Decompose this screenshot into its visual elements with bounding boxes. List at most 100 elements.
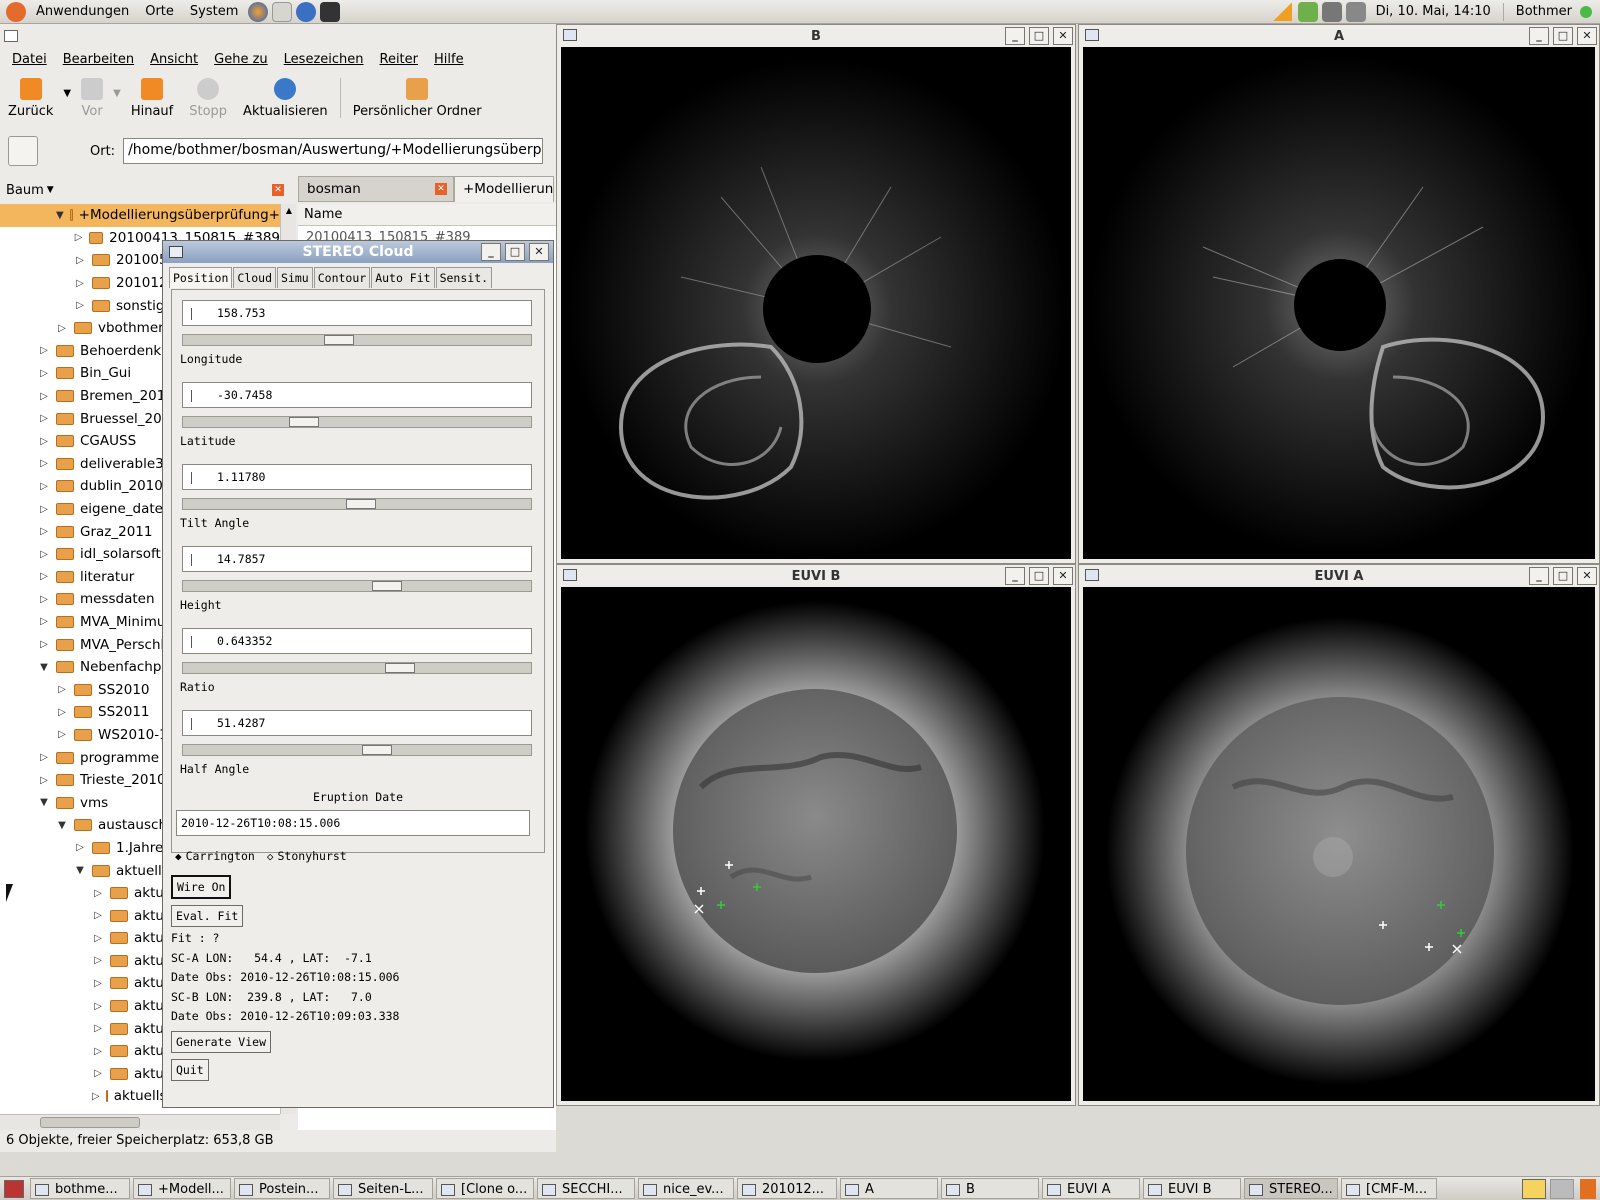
- expand-triangle-icon[interactable]: ▷: [38, 504, 50, 515]
- forward-button[interactable]: Vor: [73, 78, 111, 119]
- dialog-titlebar[interactable]: STEREO Cloud _ □ ✕: [163, 241, 553, 263]
- scroll-thumb[interactable]: [40, 1117, 140, 1128]
- expand-triangle-icon[interactable]: ▷: [74, 278, 86, 289]
- menu-ansicht[interactable]: Ansicht: [142, 52, 206, 67]
- expand-triangle-icon[interactable]: ▷: [92, 1001, 104, 1012]
- value-field-longitude[interactable]: 158.753: [182, 300, 532, 326]
- menu-bearbeiten[interactable]: Bearbeiten: [55, 52, 142, 67]
- sidebar-mode-select[interactable]: Baum: [6, 183, 44, 198]
- show-desktop-icon[interactable]: [4, 1179, 24, 1198]
- expand-triangle-icon[interactable]: ▷: [92, 1068, 104, 1079]
- tab-simu[interactable]: Simu: [277, 267, 313, 288]
- forward-history-dropdown[interactable]: ▼: [111, 78, 123, 99]
- taskbar-button[interactable]: EUVI A: [1042, 1178, 1140, 1199]
- window-menu-icon[interactable]: [1085, 29, 1099, 41]
- help-launcher-icon[interactable]: [296, 1, 317, 22]
- collapse-triangle-icon[interactable]: ▼: [38, 797, 50, 808]
- taskbar-button[interactable]: +Modell...: [133, 1178, 231, 1199]
- tab-bosman[interactable]: bosman ✕: [298, 176, 454, 202]
- ubuntu-logo-icon[interactable]: [6, 1, 26, 22]
- menu-gehe-zu[interactable]: Gehe zu: [206, 52, 276, 67]
- radio-checked-icon[interactable]: ◆: [175, 850, 182, 863]
- expand-triangle-icon[interactable]: ▷: [38, 391, 50, 402]
- expand-triangle-icon[interactable]: ▷: [38, 481, 50, 492]
- maximize-icon[interactable]: □: [1029, 27, 1049, 45]
- expand-triangle-icon[interactable]: ▷: [92, 910, 104, 921]
- quit-button[interactable]: Quit: [171, 1059, 209, 1081]
- expand-triangle-icon[interactable]: ▷: [38, 368, 50, 379]
- taskbar-button[interactable]: [CMF-M...: [1341, 1178, 1437, 1199]
- expand-triangle-icon[interactable]: ▷: [38, 752, 50, 763]
- expand-triangle-icon[interactable]: ▷: [92, 1091, 100, 1102]
- eruption-date-field[interactable]: 2010-12-26T10:08:15.006: [176, 810, 530, 836]
- maximize-icon[interactable]: □: [1029, 567, 1049, 585]
- reload-button[interactable]: Aktualisieren: [235, 78, 336, 119]
- expand-triangle-icon[interactable]: ▷: [56, 707, 68, 718]
- taskbar-button[interactable]: B: [941, 1178, 1039, 1199]
- window-menu-icon[interactable]: [563, 29, 577, 41]
- menu-reiter[interactable]: Reiter: [372, 52, 427, 67]
- minimize-icon[interactable]: _: [1005, 567, 1025, 585]
- expand-triangle-icon[interactable]: ▷: [92, 955, 104, 966]
- slider-thumb[interactable]: [346, 499, 376, 509]
- taskbar-button[interactable]: A: [840, 1178, 938, 1199]
- window-menu-icon[interactable]: [1085, 569, 1099, 581]
- expand-triangle-icon[interactable]: ▷: [38, 526, 50, 537]
- window-menu-icon[interactable]: [4, 30, 18, 42]
- taskbar-button[interactable]: [Clone o...: [436, 1178, 534, 1199]
- expand-triangle-icon[interactable]: ▷: [56, 323, 68, 334]
- expand-triangle-icon[interactable]: ▷: [38, 458, 50, 469]
- window-titlebar[interactable]: B _ □ ✕: [557, 25, 1075, 47]
- value-field-height[interactable]: 14.7857: [182, 546, 532, 572]
- taskbar-button[interactable]: EUVI B: [1143, 1178, 1241, 1199]
- expand-triangle-icon[interactable]: ▷: [38, 413, 50, 424]
- toggle-location-button[interactable]: [8, 136, 38, 166]
- value-field-latitude[interactable]: -30.7458: [182, 382, 532, 408]
- minimize-icon[interactable]: _: [481, 243, 501, 261]
- firefox-launcher-icon[interactable]: [248, 1, 269, 22]
- home-button[interactable]: Persönlicher Ordner: [345, 78, 490, 119]
- workspace-icon[interactable]: [1550, 1178, 1574, 1199]
- radio-stonyhurst[interactable]: Stonyhurst: [278, 849, 347, 863]
- slider-height[interactable]: [182, 580, 532, 592]
- eval-fit-button[interactable]: Eval. Fit: [171, 905, 244, 927]
- slider-latitude[interactable]: [182, 416, 532, 428]
- generate-view-button[interactable]: Generate View: [171, 1031, 272, 1053]
- up-button[interactable]: Hinauf: [123, 78, 181, 119]
- expand-triangle-icon[interactable]: ▷: [38, 639, 50, 650]
- tab-position[interactable]: Position: [169, 267, 233, 288]
- expand-triangle-icon[interactable]: ▷: [38, 345, 50, 356]
- tab-modellierung[interactable]: +Modellierun...: [454, 176, 554, 202]
- network-icon[interactable]: [1321, 1, 1342, 22]
- trash-icon[interactable]: [1580, 1178, 1596, 1199]
- expand-triangle-icon[interactable]: ▷: [74, 300, 86, 311]
- window-menu-icon[interactable]: [563, 569, 577, 581]
- collapse-triangle-icon[interactable]: ▼: [38, 662, 50, 673]
- window-titlebar[interactable]: EUVI A _ □ ✕: [1079, 565, 1599, 587]
- expand-triangle-icon[interactable]: ▷: [38, 571, 50, 582]
- expand-triangle-icon[interactable]: ▷: [38, 549, 50, 560]
- workspace-switcher-icon[interactable]: [1522, 1178, 1546, 1199]
- value-field-tilt-angle[interactable]: 1.11780: [182, 464, 532, 490]
- taskbar-button[interactable]: nice_ev...: [638, 1178, 734, 1199]
- expand-triangle-icon[interactable]: ▷: [56, 684, 68, 695]
- tab-cloud[interactable]: Cloud: [233, 267, 277, 288]
- taskbar-button[interactable]: Seiten-L...: [333, 1178, 433, 1199]
- expand-triangle-icon[interactable]: ▷: [92, 888, 104, 899]
- taskbar-button[interactable]: 201012...: [737, 1178, 837, 1199]
- taskbar-button[interactable]: SECCHI...: [537, 1178, 635, 1199]
- tree-item[interactable]: ▼ +Modellierungsüberprüfung+: [0, 204, 280, 227]
- expand-triangle-icon[interactable]: ▷: [92, 1046, 104, 1057]
- taskbar-button[interactable]: Postein...: [234, 1178, 330, 1199]
- tree-horizontal-scrollbar[interactable]: [0, 1114, 280, 1130]
- close-tab-icon[interactable]: ✕: [435, 183, 447, 195]
- close-icon[interactable]: ✕: [1577, 567, 1597, 585]
- window-menu-icon[interactable]: [169, 246, 183, 258]
- maximize-icon[interactable]: □: [505, 243, 525, 261]
- menu-places[interactable]: Orte: [137, 4, 182, 19]
- window-titlebar[interactable]: EUVI B _ □ ✕: [557, 565, 1075, 587]
- terminal-launcher-icon[interactable]: [320, 1, 341, 22]
- slider-thumb[interactable]: [289, 417, 319, 427]
- slider-thumb[interactable]: [362, 745, 392, 755]
- maximize-icon[interactable]: □: [1553, 27, 1573, 45]
